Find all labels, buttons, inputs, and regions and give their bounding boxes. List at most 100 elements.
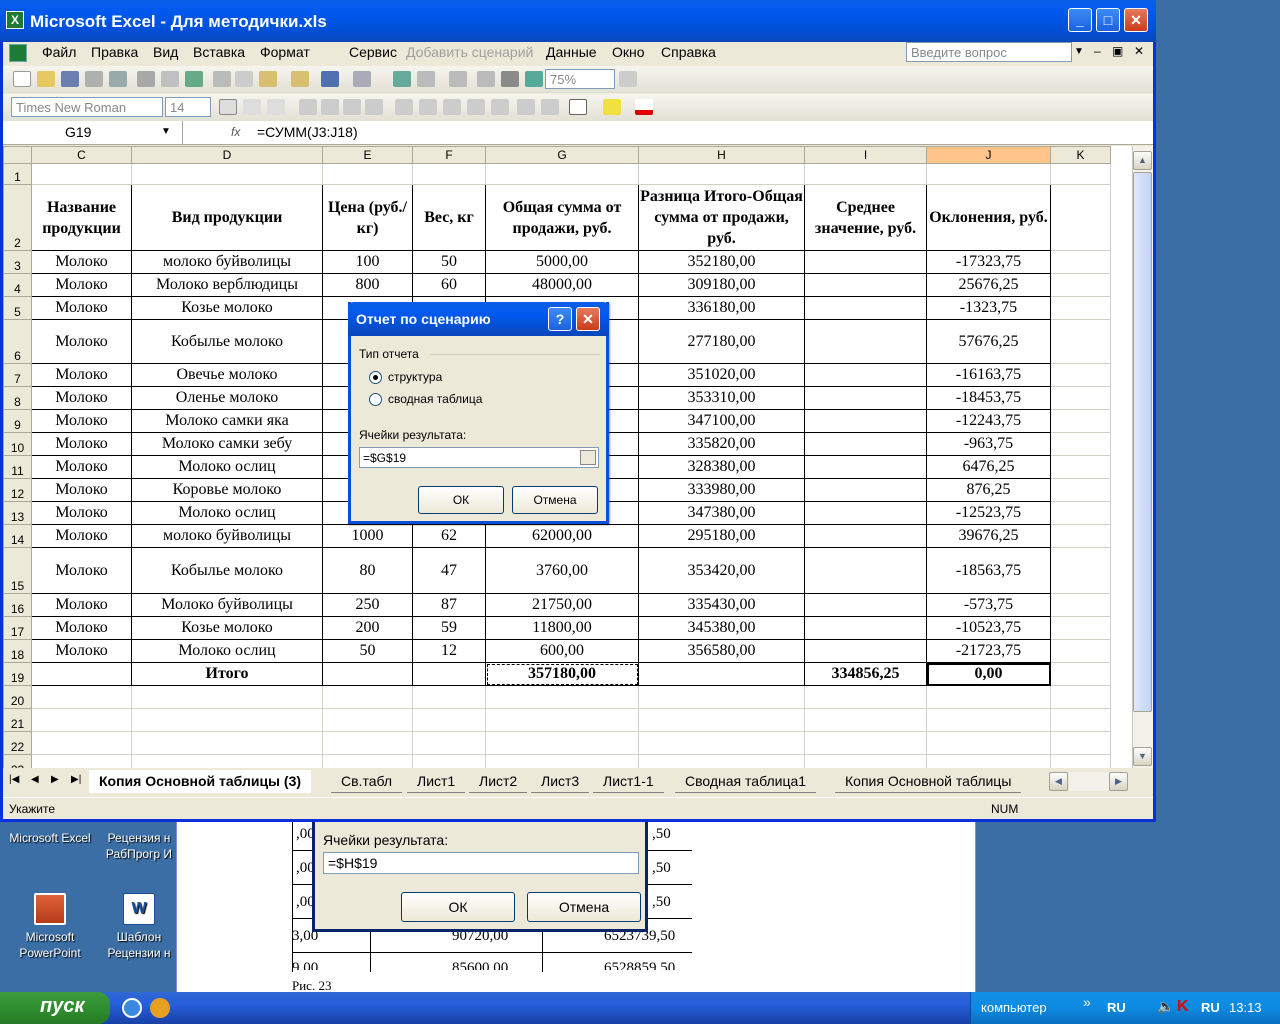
product-name-cell[interactable]: Молоко [31, 524, 132, 548]
cell[interactable] [31, 662, 132, 686]
cell[interactable] [1050, 455, 1111, 479]
cell[interactable] [412, 662, 486, 686]
cell[interactable] [322, 662, 413, 686]
menu-tools[interactable]: Сервис [349, 44, 397, 60]
print-icon[interactable] [137, 71, 155, 87]
cell[interactable] [1050, 685, 1111, 709]
row-header[interactable]: 10 [3, 432, 32, 456]
deviation-cell[interactable]: -1323,75 [926, 296, 1051, 320]
menu-help[interactable]: Справка [661, 44, 716, 60]
increase-decimal-icon[interactable] [467, 99, 485, 115]
row-header[interactable]: 23 [3, 754, 32, 768]
cell[interactable] [1050, 363, 1111, 387]
close-icon[interactable]: ✕ [576, 307, 600, 331]
help-icon[interactable]: ? [548, 307, 572, 331]
zoom-select[interactable]: 75% [545, 69, 615, 89]
difference-cell[interactable]: 353420,00 [638, 547, 805, 594]
deviation-cell[interactable]: -16163,75 [926, 363, 1051, 387]
horizontal-scrollbar[interactable] [1069, 772, 1109, 791]
desktop-icon-excel[interactable]: Microsoft Excel [0, 830, 100, 846]
total-sale-cell[interactable]: 21750,00 [485, 593, 639, 617]
product-name-cell[interactable]: Молоко [31, 478, 132, 502]
row-header[interactable]: 15 [3, 547, 32, 594]
row-header[interactable]: 4 [3, 273, 32, 297]
cell[interactable] [131, 731, 323, 755]
product-type-cell[interactable]: Молоко ослиц [131, 455, 323, 479]
save-icon[interactable] [61, 71, 79, 87]
weight-cell[interactable]: 87 [412, 593, 486, 617]
underline-icon[interactable] [267, 99, 285, 115]
weight-cell[interactable]: 60 [412, 273, 486, 297]
product-name-cell[interactable]: Молоко [31, 616, 132, 640]
difference-cell[interactable]: 277180,00 [638, 319, 805, 364]
header-cell[interactable]: Вес, кг [412, 184, 486, 251]
menu-file[interactable]: Файл [42, 44, 76, 60]
cell[interactable] [1050, 593, 1111, 617]
close-doc-icon[interactable]: ✕ [1134, 44, 1144, 58]
product-name-cell[interactable]: Молоко [31, 501, 132, 525]
row-header[interactable]: 8 [3, 386, 32, 410]
cell[interactable] [412, 685, 486, 709]
first-sheet-icon[interactable]: |◀ [9, 774, 19, 785]
cell[interactable] [322, 163, 413, 185]
column-header[interactable]: K [1050, 146, 1111, 164]
cell[interactable] [485, 685, 639, 709]
drawing-icon[interactable] [525, 71, 543, 87]
currency-icon[interactable] [395, 99, 413, 115]
cell[interactable] [131, 708, 323, 732]
cell[interactable] [1050, 524, 1111, 548]
price-cell[interactable]: 250 [322, 593, 413, 617]
cell[interactable] [926, 754, 1051, 768]
cell[interactable] [1050, 616, 1111, 640]
average-cell[interactable] [804, 409, 927, 433]
total-sale-cell[interactable]: 62000,00 [485, 524, 639, 548]
prev-sheet-icon[interactable]: ◀ [31, 774, 39, 785]
cell[interactable] [804, 754, 927, 768]
scroll-down-icon[interactable]: ▼ [1133, 747, 1152, 766]
chart-wizard-icon[interactable] [501, 71, 519, 87]
column-header[interactable]: C [31, 146, 132, 164]
product-type-cell[interactable]: Кобылье молоко [131, 319, 323, 364]
next-sheet-icon[interactable]: ▶ [51, 774, 59, 785]
header-cell[interactable]: Общая сумма от продажи, руб. [485, 184, 639, 251]
row-header[interactable]: 20 [3, 685, 32, 709]
cell[interactable] [1050, 250, 1111, 274]
product-name-cell[interactable]: Молоко [31, 639, 132, 663]
price-cell[interactable]: 100 [322, 250, 413, 274]
product-type-cell[interactable]: Овечье молоко [131, 363, 323, 387]
cell[interactable] [926, 731, 1051, 755]
cell[interactable] [1050, 731, 1111, 755]
product-name-cell[interactable]: Молоко [31, 455, 132, 479]
help-icon[interactable] [619, 71, 637, 87]
total-sale-cell[interactable]: 5000,00 [485, 250, 639, 274]
cell[interactable] [1050, 184, 1111, 251]
tab-sheet[interactable]: Лист2 [469, 770, 528, 793]
deviation-cell[interactable]: 39676,25 [926, 524, 1051, 548]
average-cell[interactable] [804, 524, 927, 548]
fill-color-icon[interactable] [603, 99, 621, 115]
radio-pivot-table[interactable] [369, 393, 382, 406]
formula-input[interactable]: =СУММ(J3:J18) [257, 124, 358, 140]
average-cell[interactable] [804, 478, 927, 502]
cell[interactable] [485, 754, 639, 768]
merge-center-icon[interactable] [365, 99, 383, 115]
cell[interactable] [31, 754, 132, 768]
difference-cell[interactable]: 345380,00 [638, 616, 805, 640]
total-label[interactable]: Итого [131, 662, 323, 686]
row-header[interactable]: 14 [3, 524, 32, 548]
tab-sheet[interactable]: Копия Основной таблицы [835, 770, 1022, 793]
product-type-cell[interactable]: молоко буйволицы [131, 524, 323, 548]
desktop-icon-template[interactable]: W Шаблон Рецензии н [100, 893, 178, 961]
cell[interactable] [1050, 432, 1111, 456]
average-cell[interactable] [804, 547, 927, 594]
product-name-cell[interactable]: Молоко [31, 363, 132, 387]
product-type-cell[interactable]: Оленье молоко [131, 386, 323, 410]
price-cell[interactable]: 200 [322, 616, 413, 640]
difference-cell[interactable]: 335820,00 [638, 432, 805, 456]
row-header[interactable]: 22 [3, 731, 32, 755]
cell[interactable] [1050, 708, 1111, 732]
product-type-cell[interactable]: Молоко ослиц [131, 639, 323, 663]
menu-data[interactable]: Данные [546, 44, 597, 60]
row-header[interactable]: 21 [3, 708, 32, 732]
print-preview-icon[interactable] [161, 71, 179, 87]
